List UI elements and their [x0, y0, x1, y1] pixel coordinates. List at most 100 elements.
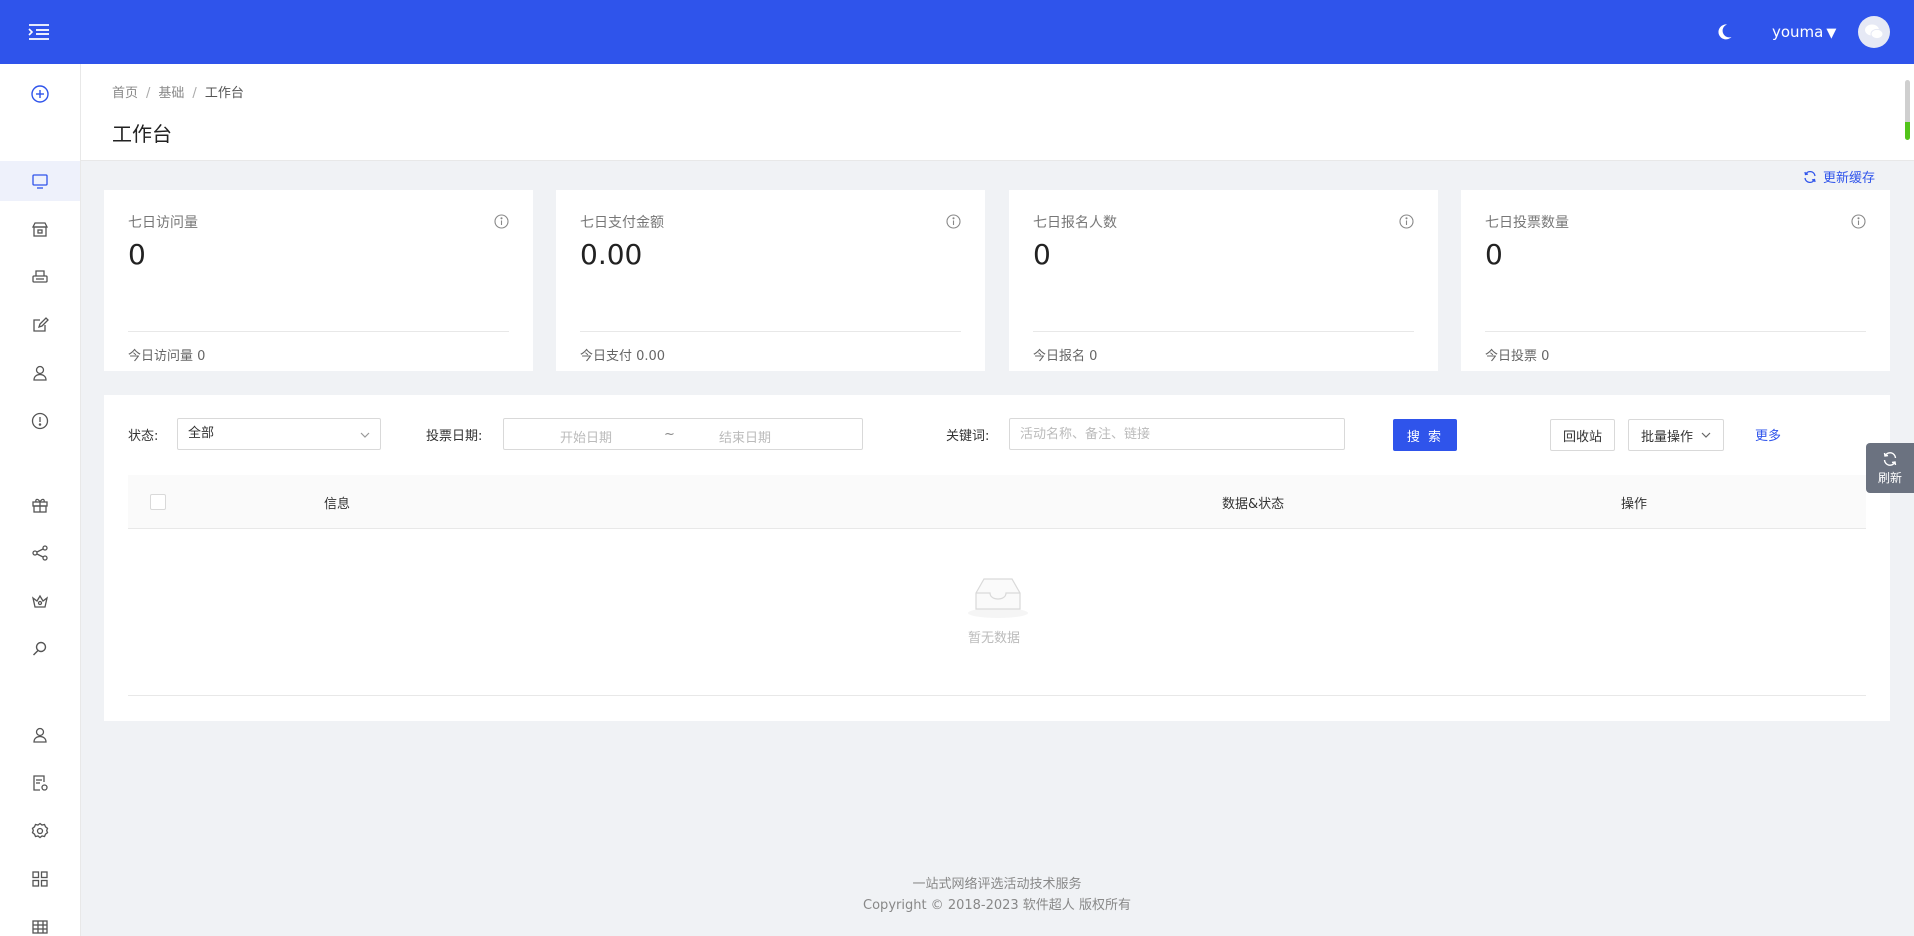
keyword-input[interactable] [1009, 418, 1345, 450]
stat-value: 0 [1485, 238, 1503, 271]
refresh-cache-link[interactable]: 更新缓存 [1803, 167, 1875, 186]
shop-icon [31, 222, 49, 237]
breadcrumb-current: 工作台 [204, 86, 244, 101]
divider [1033, 331, 1414, 332]
divider [128, 695, 1866, 696]
stat-card-payment: 七日支付金额 0.00 今日支付 0.00 [556, 190, 985, 371]
sidebar-item-user[interactable] [0, 353, 80, 393]
sidebar-item-print[interactable] [0, 257, 80, 297]
stat-sub: 今日报名 0 [1033, 349, 1098, 364]
refresh-icon [1883, 451, 1897, 466]
footer-slogan: 一站式网络评选活动技术服务 [912, 877, 1082, 892]
caret-down-icon: ▼ [1826, 26, 1837, 41]
user-menu[interactable]: youma ▼ [1772, 22, 1836, 42]
vote-date-label: 投票日期: [426, 429, 483, 444]
stat-sub: 今日访问量 0 [128, 349, 206, 364]
top-bar: youma ▼ [0, 0, 1914, 64]
sidebar [0, 64, 81, 936]
monitor-icon [32, 174, 48, 189]
moon-icon[interactable] [1714, 22, 1734, 42]
chevron-down-icon [1701, 432, 1711, 438]
date-end-placeholder[interactable]: 结束日期 [719, 427, 771, 446]
menu-fold-icon[interactable] [28, 22, 50, 42]
page-title: 工作台 [112, 122, 172, 146]
user-icon [33, 365, 47, 381]
vote-date-range-picker[interactable]: 开始日期 ~ 结束日期 [503, 418, 863, 450]
scrollbar[interactable] [1905, 80, 1910, 140]
sync-icon [1804, 170, 1816, 183]
status-select-value: 全部 [188, 426, 215, 441]
stat-label: 七日投票数量 [1485, 215, 1569, 231]
settings-icon [31, 822, 49, 839]
info-circle-icon[interactable] [946, 214, 961, 229]
stat-card-votes: 七日投票数量 0 今日投票 0 [1461, 190, 1890, 371]
column-actions: 操作 [1621, 497, 1648, 512]
info-circle-icon[interactable] [1851, 214, 1866, 229]
stat-value: 0 [128, 238, 146, 271]
breadcrumb-home[interactable]: 首页 [112, 86, 138, 101]
breadcrumb-separator: / [192, 86, 197, 101]
sidebar-item-share[interactable] [0, 533, 80, 573]
select-all-checkbox[interactable] [150, 494, 166, 510]
status-select[interactable]: 全部 [177, 418, 381, 450]
stat-sub: 今日投票 0 [1485, 349, 1550, 364]
sidebar-item-gift[interactable] [0, 485, 80, 525]
divider [580, 331, 961, 332]
breadcrumb: 首页 / 基础 / 工作台 [112, 82, 244, 101]
sidebar-item-edit[interactable] [0, 305, 80, 345]
batch-operation-label: 批量操作 [1641, 429, 1694, 445]
stat-value: 0.00 [580, 238, 643, 271]
search-icon [33, 641, 47, 656]
breadcrumb-basic[interactable]: 基础 [158, 86, 184, 101]
stat-value: 0 [1033, 238, 1051, 271]
status-label: 状态: [128, 429, 159, 444]
page-header: 首页 / 基础 / 工作台 工作台 [81, 64, 1914, 161]
sidebar-item-search[interactable] [0, 629, 80, 669]
add-circle-icon [31, 85, 49, 103]
float-refresh-label: 刷新 [1877, 470, 1902, 485]
sidebar-item-settings[interactable] [0, 811, 80, 851]
info-circle-icon[interactable] [1399, 214, 1414, 229]
more-link[interactable]: 更多 [1755, 425, 1781, 444]
sidebar-item-records[interactable] [0, 763, 80, 803]
stat-card-signups: 七日报名人数 0 今日报名 0 [1009, 190, 1438, 371]
date-start-placeholder[interactable]: 开始日期 [560, 427, 612, 446]
stat-card-visits: 七日访问量 0 今日访问量 0 [104, 190, 533, 371]
username: youma [1772, 23, 1824, 41]
info-circle-icon[interactable] [494, 214, 509, 229]
sidebar-item-shop[interactable] [0, 209, 80, 249]
share-icon [32, 545, 48, 561]
recycle-bin-label: 回收站 [1563, 429, 1603, 445]
activity-panel: 状态: 全部 投票日期: 开始日期 ~ 结束日期 关键词: 搜 索 回收站 批量… [104, 395, 1890, 721]
keyword-label: 关键词: [946, 429, 990, 444]
date-range-separator: ~ [664, 427, 675, 442]
table-icon [32, 920, 48, 934]
batch-operation-button[interactable]: 批量操作 [1628, 419, 1725, 451]
chevron-down-icon [360, 432, 370, 438]
stat-label: 七日支付金额 [580, 215, 664, 231]
edit-icon [33, 317, 49, 332]
recycle-bin-button[interactable]: 回收站 [1550, 419, 1616, 451]
empty-text: 暂无数据 [968, 631, 1021, 646]
gift-icon [32, 498, 48, 513]
stat-label: 七日报名人数 [1033, 215, 1117, 231]
sidebar-item-vip[interactable] [0, 581, 80, 621]
empty-inbox-icon [968, 578, 1028, 618]
column-info: 信息 [324, 497, 351, 512]
info-icon [31, 412, 49, 430]
wechat-icon [1865, 24, 1884, 40]
stat-sub: 今日支付 0.00 [580, 349, 666, 364]
user-icon [33, 727, 47, 743]
sidebar-item-account[interactable] [0, 715, 80, 755]
document-settings-icon [33, 775, 48, 791]
sidebar-item-dashboard[interactable] [0, 161, 80, 201]
table-header: 信息 数据&状态 操作 [128, 475, 1866, 529]
avatar[interactable] [1858, 16, 1890, 48]
sidebar-item-info[interactable] [0, 401, 80, 441]
search-button[interactable]: 搜 索 [1393, 419, 1457, 451]
float-refresh-button[interactable]: 刷新 [1866, 443, 1914, 493]
sidebar-item-add[interactable] [0, 74, 80, 114]
refresh-cache-label: 更新缓存 [1823, 171, 1876, 186]
printer-icon [32, 270, 48, 283]
crown-icon [31, 594, 49, 608]
